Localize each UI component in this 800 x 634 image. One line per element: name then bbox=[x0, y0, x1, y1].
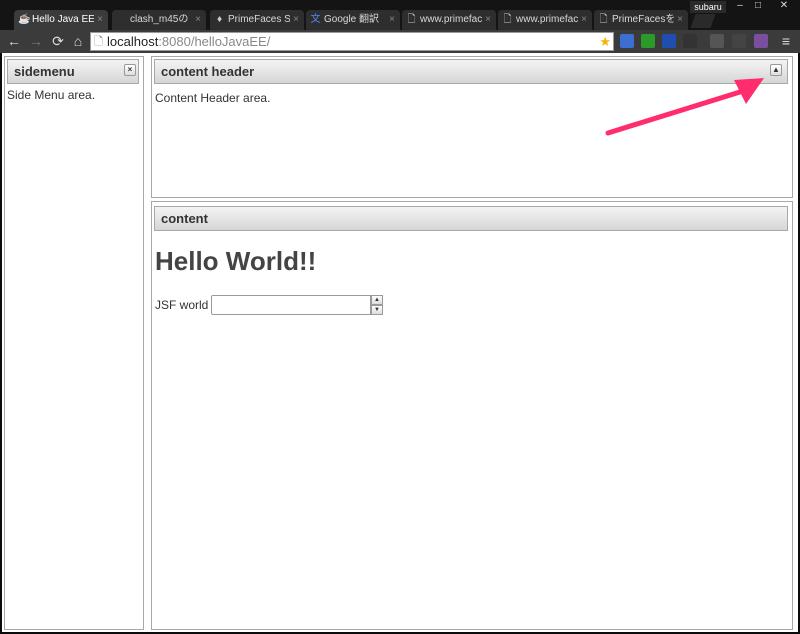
tab-clash[interactable]: clash_m45の × bbox=[112, 10, 206, 30]
spinner-up-icon[interactable]: ▲ bbox=[371, 295, 383, 305]
page-icon: 🗋 bbox=[94, 36, 103, 48]
tab-close-icon[interactable]: × bbox=[389, 10, 395, 30]
java-favicon-icon: ☕ bbox=[18, 14, 31, 25]
tab-close-icon[interactable]: × bbox=[293, 10, 299, 30]
hello-heading: Hello World!! bbox=[155, 246, 317, 276]
tab-close-icon[interactable]: × bbox=[677, 10, 683, 30]
tab-primefaces-si[interactable]: ♦ PrimeFaces SI × bbox=[210, 10, 304, 30]
menu-icon[interactable]: ≡ bbox=[778, 33, 794, 49]
page-favicon-icon: 🗋 bbox=[407, 14, 416, 25]
mail-extension-icon[interactable] bbox=[710, 34, 724, 48]
tab-strip: ☕ Hello Java EE × clash_m45の × ♦ PrimeFa… bbox=[0, 0, 800, 30]
browser-toolbar: ← → ⟳ ⌂ 🗋 localhost:8080/helloJavaEE/ ★ … bbox=[0, 30, 800, 53]
translate-extension-icon[interactable] bbox=[620, 34, 634, 48]
tab-google-translate[interactable]: 文 Google 翻訳 × bbox=[306, 10, 400, 30]
extension-icon[interactable] bbox=[683, 34, 697, 48]
tab-close-icon[interactable]: × bbox=[97, 10, 103, 30]
profile-extension-icon[interactable] bbox=[754, 34, 768, 48]
collapse-icon[interactable]: ▲ bbox=[770, 64, 782, 76]
address-bar[interactable]: 🗋 localhost:8080/helloJavaEE/ ★ bbox=[90, 32, 614, 51]
profile-badge[interactable]: subaru bbox=[690, 1, 726, 13]
maximize-icon[interactable]: □ bbox=[746, 0, 770, 13]
page-viewport: sidemenu × Side Menu area. content heade… bbox=[2, 53, 798, 632]
tab-close-icon[interactable]: × bbox=[485, 10, 491, 30]
content-header: content bbox=[154, 206, 788, 231]
home-icon[interactable]: ⌂ bbox=[70, 33, 86, 49]
url-host: localhost bbox=[107, 34, 159, 49]
sidemenu-panel: sidemenu × Side Menu area. bbox=[4, 56, 144, 630]
spinner-down-icon[interactable]: ▼ bbox=[371, 305, 383, 315]
forward-icon[interactable]: → bbox=[28, 33, 44, 49]
sidemenu-body: Side Menu area. bbox=[7, 88, 96, 102]
close-icon[interactable]: × bbox=[124, 64, 136, 76]
back-icon[interactable]: ← bbox=[6, 33, 22, 49]
tab-close-icon[interactable]: × bbox=[195, 10, 201, 30]
sidemenu-header: sidemenu × bbox=[7, 59, 139, 84]
new-tab-button[interactable] bbox=[690, 14, 716, 28]
content-header-header: content header ▲ bbox=[154, 59, 788, 84]
content-header-panel: content header ▲ Content Header area. bbox=[151, 56, 793, 198]
url-path: :8080/helloJavaEE/ bbox=[158, 34, 271, 49]
page-favicon-icon: 🗋 bbox=[503, 14, 512, 25]
bookmark-star-icon[interactable]: ★ bbox=[599, 33, 611, 50]
translate-favicon-icon: 文 bbox=[310, 14, 321, 25]
content-header-title: content header bbox=[161, 64, 255, 79]
tab-primefaces-2[interactable]: 🗋 www.primefac × bbox=[498, 10, 592, 30]
content-header-body: Content Header area. bbox=[155, 91, 271, 105]
close-window-icon[interactable]: ✕ bbox=[770, 0, 798, 13]
jsf-world-label: JSF world bbox=[155, 298, 209, 312]
hatena-extension-icon[interactable] bbox=[662, 34, 676, 48]
page-favicon-icon: 🗋 bbox=[599, 14, 608, 25]
jsf-world-spinner-input[interactable] bbox=[211, 295, 371, 315]
tab-primefaces-jp[interactable]: 🗋 PrimeFacesを × bbox=[594, 10, 688, 30]
sidemenu-title: sidemenu bbox=[14, 64, 75, 79]
reload-icon[interactable]: ⟳ bbox=[50, 33, 66, 49]
tab-hello-java-ee[interactable]: ☕ Hello Java EE × bbox=[14, 10, 108, 30]
primefaces-favicon-icon: ♦ bbox=[216, 14, 223, 25]
check-extension-icon[interactable] bbox=[641, 34, 655, 48]
content-panel: content Hello World!! JSF world ▲ ▼ bbox=[151, 201, 793, 630]
browser-window: ☕ Hello Java EE × clash_m45の × ♦ PrimeFa… bbox=[0, 0, 800, 634]
content-title: content bbox=[161, 211, 208, 226]
tab-primefaces-1[interactable]: 🗋 www.primefac × bbox=[402, 10, 496, 30]
tab-close-icon[interactable]: × bbox=[581, 10, 587, 30]
puzzle-extension-icon[interactable] bbox=[732, 34, 746, 48]
